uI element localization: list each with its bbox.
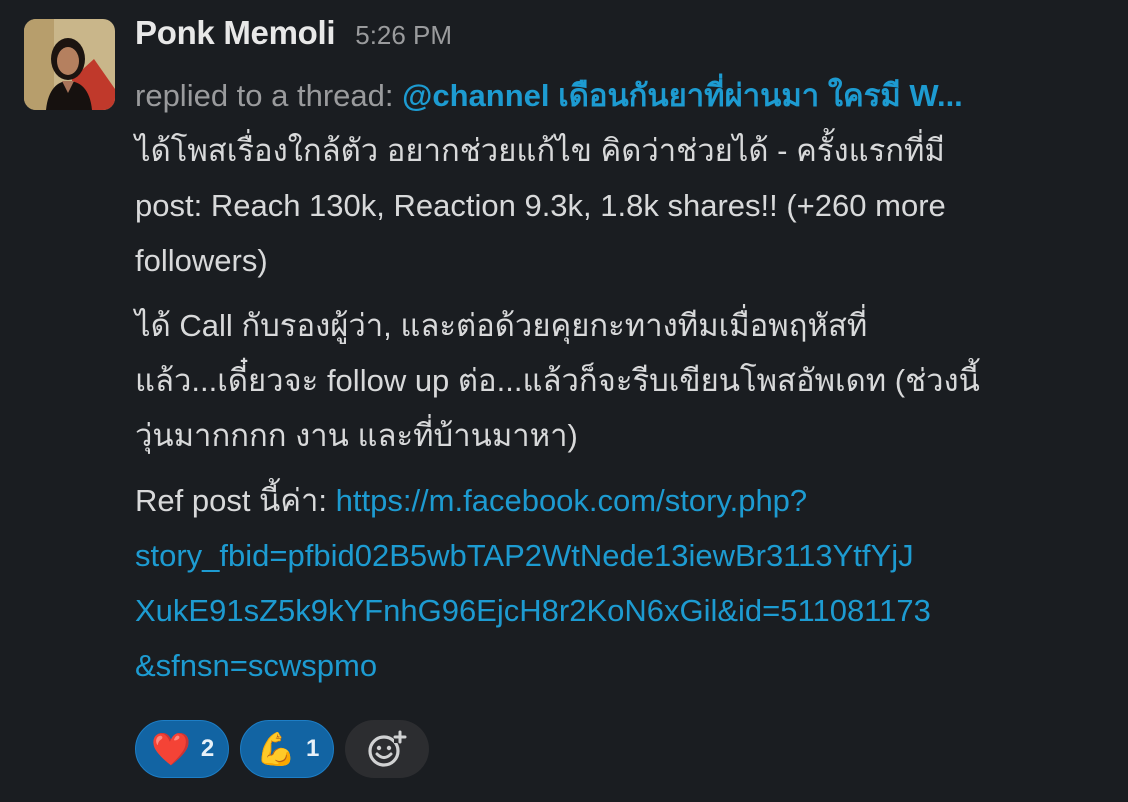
add-emoji-icon	[368, 730, 407, 767]
message-paragraph-3: Ref post นี้ค่า: https://m.facebook.com/…	[135, 473, 1115, 693]
ref-link[interactable]: story_fbid=pfbid02B5wbTAP2WtNede13iewBr3…	[135, 528, 1115, 583]
thread-reply-context: replied to a thread: @channel เดือนกันยา…	[135, 68, 1100, 123]
message-header: Ponk Memoli 5:26 PM	[135, 14, 1115, 68]
reaction-heart[interactable]: ❤️ 2	[135, 720, 230, 778]
message-timestamp[interactable]: 5:26 PM	[355, 20, 452, 51]
message: Ponk Memoli 5:26 PM replied to a thread:…	[0, 0, 1128, 802]
text-line: followers)	[135, 243, 268, 278]
flexed-biceps-icon: 💪	[256, 730, 297, 768]
text-line: ได้โพสเรื่องใกล้ตัว อยากช่วยแก้ไข คิดว่า…	[135, 133, 945, 168]
text-line: ได้ Call กับรองผู้ว่า, และต่อด้วยคุยกะทา…	[135, 308, 868, 343]
ref-link[interactable]: XukE91sZ5k9kYFnhG96EjcH8r2KoN6xGil&id=51…	[135, 583, 1115, 638]
add-reaction-button[interactable]	[345, 720, 430, 778]
text-line: แล้ว...เดี๋ยวจะ follow up ต่อ...แล้วก็จะ…	[135, 363, 980, 398]
avatar-photo	[24, 19, 115, 110]
red-heart-icon: ❤️	[151, 730, 191, 768]
ref-link[interactable]: https://m.facebook.com/story.php?	[336, 483, 808, 518]
ref-label: Ref post นี้ค่า:	[135, 483, 336, 518]
message-content: Ponk Memoli 5:26 PM replied to a thread:…	[135, 14, 1115, 693]
message-paragraph-2: ได้ Call กับรองผู้ว่า, และต่อด้วยคุยกะทา…	[135, 298, 1115, 463]
text-line: Ref post นี้ค่า: https://m.facebook.com/…	[135, 473, 1115, 528]
thread-link[interactable]: @channel เดือนกันยาที่ผ่านมา ใครมี W...	[402, 78, 963, 113]
sender-name[interactable]: Ponk Memoli	[135, 14, 336, 52]
reactions-bar: ❤️ 2 💪 1	[135, 720, 430, 778]
reaction-flexed-biceps[interactable]: 💪 1	[240, 720, 335, 778]
text-line: วุ่นมากกกก งาน และที่บ้านมาหา)	[135, 418, 578, 453]
text-line: post: Reach 130k, Reaction 9.3k, 1.8k sh…	[135, 188, 946, 223]
message-paragraph-1: ได้โพสเรื่องใกล้ตัว อยากช่วยแก้ไข คิดว่า…	[135, 123, 1115, 288]
ref-link[interactable]: &sfnsn=scwspmo	[135, 638, 1115, 693]
reaction-count: 1	[306, 735, 320, 762]
thread-reply-label: replied to a thread:	[135, 78, 403, 113]
reaction-count: 2	[200, 735, 215, 762]
avatar[interactable]	[24, 19, 115, 110]
